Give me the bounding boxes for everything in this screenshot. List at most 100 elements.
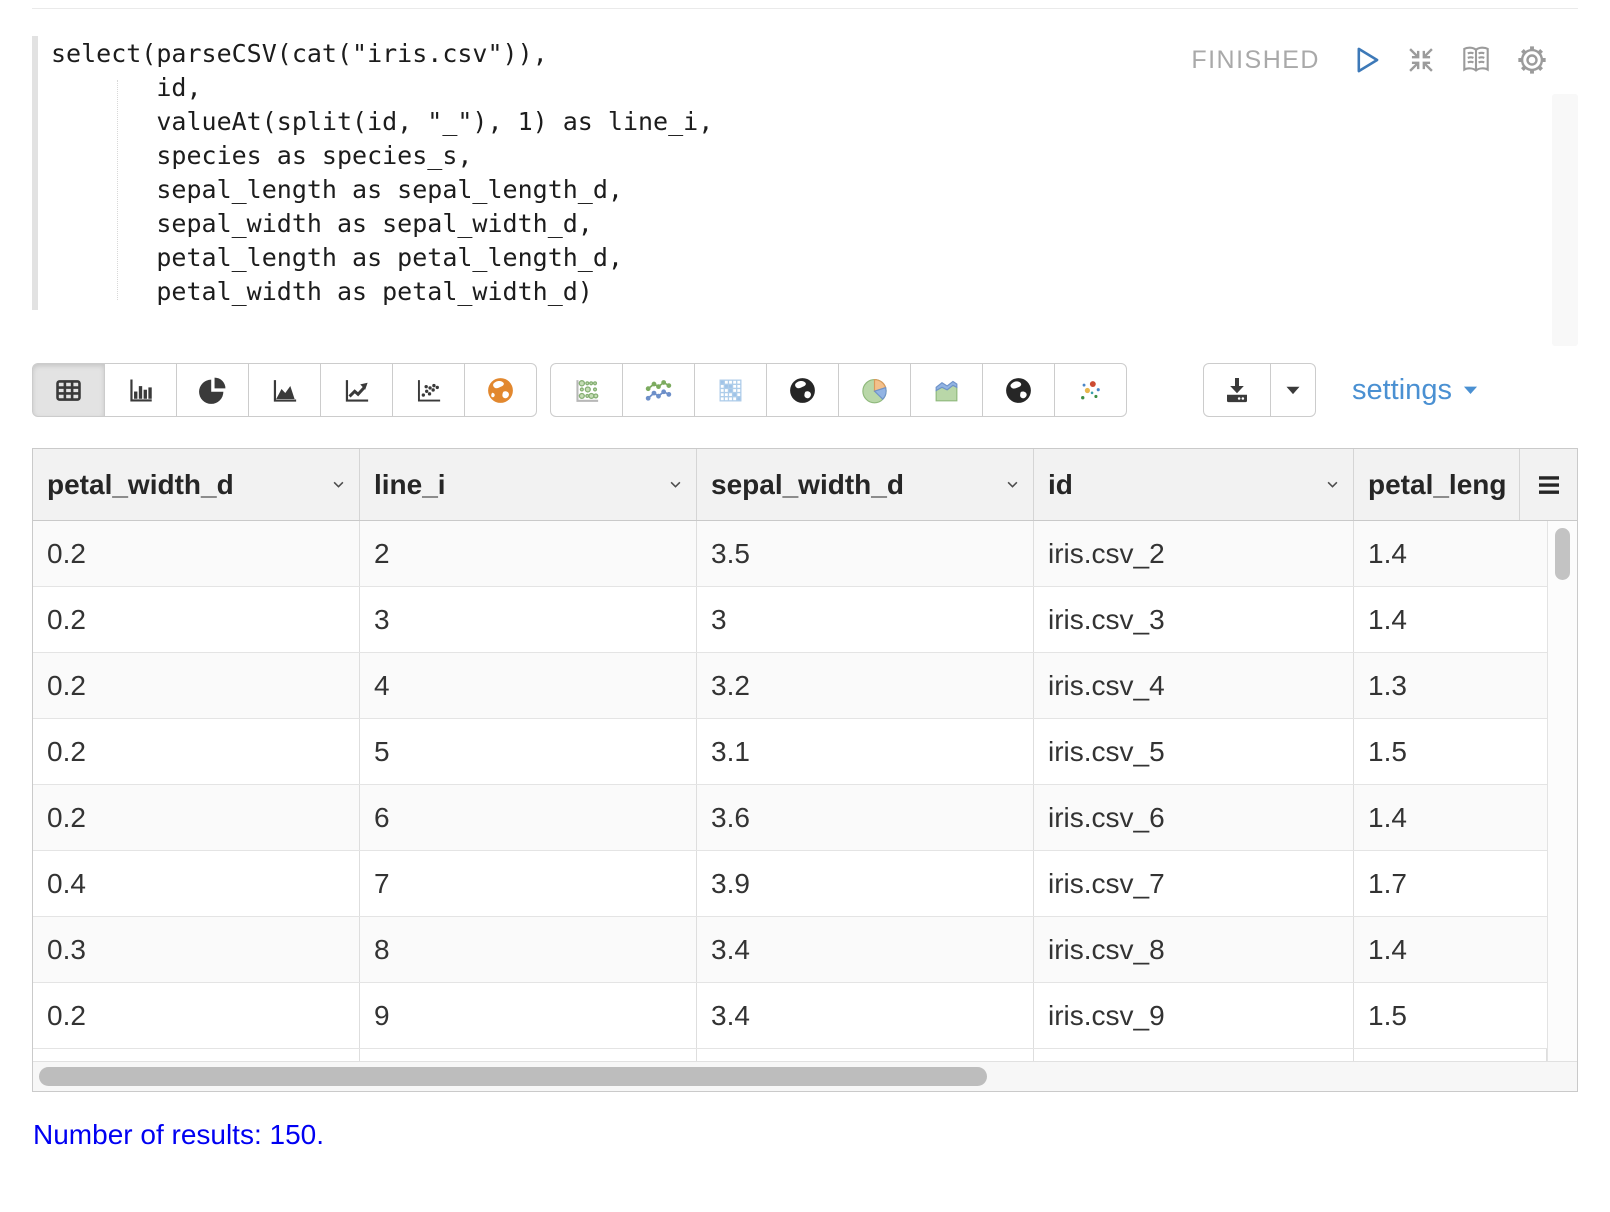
paragraph-controls: FINISHED [1191, 42, 1550, 78]
caret-down-icon [1280, 377, 1306, 403]
column-label: line_i [374, 469, 446, 501]
table-header: petal_width_d line_i sepal_width_d id [33, 449, 1577, 521]
viz-button-globe-dark[interactable] [766, 363, 839, 417]
vertical-scrollbar-thumb[interactable] [1555, 528, 1570, 580]
scatter-color-icon [1075, 375, 1106, 406]
output-toggle-button[interactable] [1458, 42, 1494, 78]
table-menu-button[interactable] [1519, 449, 1577, 520]
chevron-down-icon [328, 474, 349, 495]
bar-chart-icon [125, 375, 156, 406]
table-cell: 1.7 [1354, 851, 1547, 916]
table-row: 0.293.4iris.csv_91.5 [33, 983, 1577, 1049]
bubble-matrix-icon [571, 375, 602, 406]
horizontal-scrollbar-track[interactable] [33, 1061, 1577, 1091]
table-cell: 3.6 [697, 785, 1034, 850]
table-cell: 1.4 [1354, 587, 1547, 652]
code-editor-section: select(parseCSV(cat("iris.csv")), id, va… [32, 36, 1578, 310]
column-header-petal_width_d[interactable]: petal_width_d [33, 449, 360, 520]
chevron-down-icon [1002, 474, 1023, 495]
table-cell: 7 [360, 851, 697, 916]
horizontal-scrollbar-thumb[interactable] [39, 1067, 987, 1086]
viz-button-grid-heatmap[interactable] [694, 363, 767, 417]
table-cell: 1.4 [1354, 917, 1547, 982]
table-body: 0.223.5iris.csv_21.40.233iris.csv_31.40.… [33, 521, 1577, 1061]
partial-row [33, 1049, 1577, 1061]
indent-guide [117, 80, 118, 300]
globe-dark-icon [787, 375, 818, 406]
pie-chart-icon [197, 375, 228, 406]
table-cell: 4 [360, 653, 697, 718]
collapse-button[interactable] [1404, 43, 1438, 77]
run-button[interactable] [1348, 42, 1384, 78]
table-rows: 0.223.5iris.csv_21.40.233iris.csv_31.40.… [33, 521, 1577, 1049]
viz-button-multi-line-chart[interactable] [622, 363, 695, 417]
editor-scrollbar-track[interactable] [1552, 94, 1578, 346]
chevron-down-icon [1322, 474, 1343, 495]
column-label: petal_width_d [47, 469, 234, 501]
table-cell: 0.4 [33, 851, 360, 916]
table-cell: 0.2 [33, 785, 360, 850]
table-row: 0.383.4iris.csv_81.4 [33, 917, 1577, 983]
download-button[interactable] [1203, 363, 1271, 417]
viz-button-globe-orange[interactable] [464, 363, 537, 417]
area-chart-icon [269, 375, 300, 406]
table-cell: 1.3 [1354, 653, 1547, 718]
table-cell: 0.2 [33, 719, 360, 784]
table-cell: 0.2 [33, 653, 360, 718]
status-badge: FINISHED [1191, 46, 1320, 75]
scatter-chart-icon [413, 375, 444, 406]
compress-icon [1404, 43, 1438, 77]
hamburger-icon [1534, 470, 1564, 500]
table-cell: 3 [697, 587, 1034, 652]
viz-button-globe-dark-2[interactable] [982, 363, 1055, 417]
table-cell: 2 [360, 521, 697, 586]
column-header-sepal_width_d[interactable]: sepal_width_d [697, 449, 1034, 520]
column-header-id[interactable]: id [1034, 449, 1354, 520]
table-row: 0.473.9iris.csv_71.7 [33, 851, 1577, 917]
table-cell: 0.2 [33, 521, 360, 586]
vertical-scrollbar-track[interactable] [1547, 521, 1577, 1061]
table-cell: 3.4 [697, 917, 1034, 982]
viz-button-scatter-chart[interactable] [392, 363, 465, 417]
column-header-line_i[interactable]: line_i [360, 449, 697, 520]
column-label: id [1048, 469, 1073, 501]
settings-link[interactable]: settings [1352, 374, 1481, 407]
table-cell: 3.5 [697, 521, 1034, 586]
viz-button-area-chart[interactable] [248, 363, 321, 417]
result-table: petal_width_d line_i sepal_width_d id [32, 448, 1578, 1092]
table-row: 0.223.5iris.csv_21.4 [33, 521, 1577, 587]
table-row: 0.263.6iris.csv_61.4 [33, 785, 1577, 851]
table-row: 0.243.2iris.csv_41.3 [33, 653, 1577, 719]
table-row: 0.253.1iris.csv_51.5 [33, 719, 1577, 785]
viz-button-pie-chart[interactable] [176, 363, 249, 417]
viz-button-pie-chart-color[interactable] [838, 363, 911, 417]
settings-gear-button[interactable] [1514, 42, 1550, 78]
column-label: petal_leng [1368, 469, 1506, 501]
table-cell: 3 [360, 587, 697, 652]
viz-button-bubble-matrix[interactable] [550, 363, 623, 417]
viz-button-line-chart[interactable] [320, 363, 393, 417]
multi-line-chart-icon [643, 375, 674, 406]
table-cell: 1.5 [1354, 983, 1547, 1048]
viz-button-table[interactable] [32, 363, 105, 417]
table-cell: 3.4 [697, 983, 1034, 1048]
globe-dark-icon-2 [1003, 375, 1034, 406]
table-cell: 3.1 [697, 719, 1034, 784]
line-chart-icon [341, 375, 372, 406]
settings-label: settings [1352, 374, 1452, 407]
column-header-petal_length[interactable]: petal_leng [1354, 449, 1519, 520]
table-cell: 0.3 [33, 917, 360, 982]
viz-button-scatter-color[interactable] [1054, 363, 1127, 417]
globe-orange-icon [485, 375, 516, 406]
column-label: sepal_width_d [711, 469, 904, 501]
run-icon [1348, 42, 1384, 78]
table-cell: 3.2 [697, 653, 1034, 718]
viz-button-bar-chart[interactable] [104, 363, 177, 417]
table-cell: iris.csv_6 [1034, 785, 1354, 850]
download-options-button[interactable] [1270, 363, 1316, 417]
extra-viz-group [550, 363, 1127, 417]
viz-button-area-chart-color[interactable] [910, 363, 983, 417]
table-cell: 6 [360, 785, 697, 850]
download-icon [1221, 374, 1253, 406]
table-cell: iris.csv_8 [1034, 917, 1354, 982]
